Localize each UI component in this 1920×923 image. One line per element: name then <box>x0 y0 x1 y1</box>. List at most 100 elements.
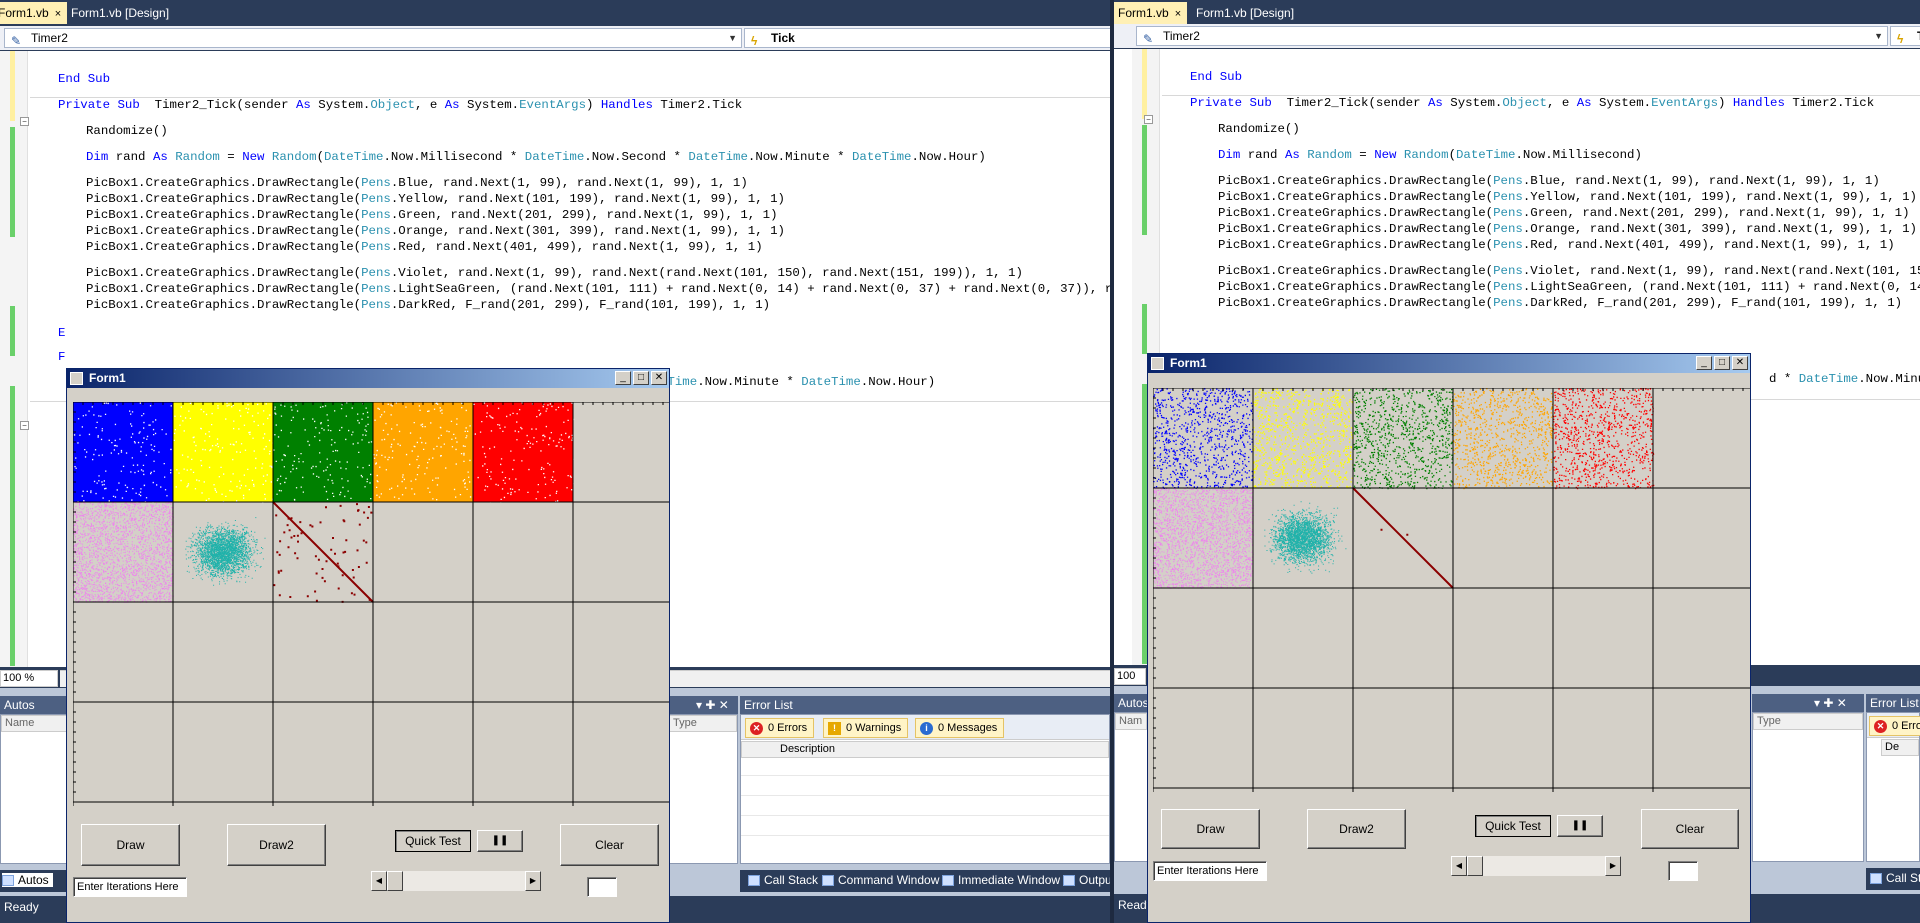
code-line[interactable]: PicBox1.CreateGraphics.DrawRectangle(Pen… <box>86 281 1110 297</box>
close-button[interactable]: ✕ <box>1732 356 1748 370</box>
code-line[interactable]: Private Sub Timer2_Tick(sender As System… <box>58 97 742 113</box>
speed-scrollbar[interactable]: ◀ ▶ <box>1451 856 1621 876</box>
tab-call-stack[interactable]: Call Stack <box>748 873 818 887</box>
scroll-thumb[interactable] <box>387 871 403 891</box>
code-token: Timer2_Tick(sender <box>1271 96 1428 110</box>
description-column[interactable]: Description <box>741 741 1109 758</box>
scroll-left-icon[interactable]: ◀ <box>371 871 387 891</box>
code-line[interactable]: PicBox1.CreateGraphics.DrawRectangle(Pen… <box>86 223 785 239</box>
code-line[interactable]: PicBox1.CreateGraphics.DrawRectangle(Pen… <box>1218 295 1902 311</box>
clear-button[interactable]: Clear <box>1641 809 1739 849</box>
code-line[interactable]: PicBox1.CreateGraphics.DrawRectangle(Pen… <box>86 191 785 207</box>
form1-window-left[interactable]: Form1 _ □ ✕ Draw Draw2 Quick Test ❚❚ Cle… <box>66 368 670 923</box>
draw-button[interactable]: Draw <box>1161 809 1260 849</box>
minimize-button[interactable]: _ <box>615 371 631 385</box>
code-line[interactable]: PicBox1.CreateGraphics.DrawRectangle(Pen… <box>86 239 763 255</box>
form-title-bar[interactable]: Form1 _ □ ✕ <box>67 369 669 388</box>
code-line[interactable]: PicBox1.CreateGraphics.DrawRectangle(Pen… <box>1218 237 1895 253</box>
code-line[interactable]: PicBox1.CreateGraphics.DrawRectangle(Pen… <box>1218 279 1920 295</box>
code-line[interactable]: End Sub <box>58 71 110 87</box>
autos-type-column[interactable]: Type <box>669 715 737 732</box>
code-line[interactable]: PicBox1.CreateGraphics.DrawRectangle(Pen… <box>1218 173 1880 189</box>
draw2-button[interactable]: Draw2 <box>1307 809 1406 849</box>
event-combo[interactable]: ϟTick <box>1890 26 1920 46</box>
picbox1[interactable] <box>1153 388 1750 792</box>
pin-icon[interactable]: ▾ ✚ ✕ <box>696 696 729 714</box>
draw2-button[interactable]: Draw2 <box>227 824 326 866</box>
scroll-right-icon[interactable]: ▶ <box>525 871 541 891</box>
event-combo[interactable]: ϟTick <box>744 28 1110 48</box>
scroll-left-icon[interactable]: ◀ <box>1451 856 1467 876</box>
collapse-icon[interactable]: − <box>1144 115 1153 124</box>
autos-name-column[interactable]: Nam <box>1115 713 1147 730</box>
code-line[interactable]: PicBox1.CreateGraphics.DrawRectangle(Pen… <box>1218 205 1910 221</box>
code-token: Pens <box>1493 190 1523 204</box>
code-line[interactable]: E <box>58 325 65 341</box>
code-line[interactable]: d * DateTime.Now.Minute * <box>1769 371 1920 387</box>
code-line[interactable]: PicBox1.CreateGraphics.DrawRectangle(Pen… <box>1218 221 1917 237</box>
iterations-input[interactable]: Enter Iterations Here <box>1153 861 1267 881</box>
code-line[interactable]: F <box>58 349 65 365</box>
code-line[interactable]: Randomize() <box>1218 121 1300 137</box>
tab-call-stack[interactable]: Call St <box>1870 871 1920 885</box>
tab-immediate-window[interactable]: Immediate Window <box>942 873 1060 887</box>
tab-form1-vb[interactable]: Form1.vb × <box>0 2 68 24</box>
draw-button[interactable]: Draw <box>81 824 180 866</box>
speed-scrollbar[interactable]: ◀ ▶ <box>371 871 541 891</box>
close-tab-icon[interactable]: × <box>1175 8 1181 20</box>
code-line[interactable]: Dim rand As Random = New Random(DateTime… <box>1218 147 1642 163</box>
code-line[interactable]: eTime.Now.Minute * DateTime.Now.Hour) <box>660 374 935 390</box>
collapse-icon[interactable]: − <box>20 421 29 430</box>
quick-test-button[interactable]: Quick Test <box>1475 815 1551 837</box>
code-line[interactable]: Randomize() <box>86 123 168 139</box>
object-combo[interactable]: ✎ Timer2 ▼ <box>4 28 742 48</box>
clear-button[interactable]: Clear <box>560 824 659 866</box>
collapse-icon[interactable]: − <box>20 117 29 126</box>
code-line[interactable]: PicBox1.CreateGraphics.DrawRectangle(Pen… <box>1218 189 1917 205</box>
code-token: Random <box>1396 148 1449 162</box>
pause-button[interactable]: ❚❚ <box>1557 815 1603 837</box>
output-box[interactable] <box>587 877 617 897</box>
code-line[interactable]: PicBox1.CreateGraphics.DrawRectangle(Pen… <box>86 265 1023 281</box>
autos-type-column[interactable]: Type <box>1753 713 1863 730</box>
code-token: .Blue, rand.Next(1, 99), rand.Next(1, 99… <box>390 176 748 190</box>
errors-filter-button[interactable]: ✕0 Errors <box>745 718 815 738</box>
tab-autos[interactable]: Autos <box>2 873 53 887</box>
code-line[interactable]: PicBox1.CreateGraphics.DrawRectangle(Pen… <box>86 207 778 223</box>
tab-output[interactable]: Output <box>1063 873 1110 887</box>
errors-filter-button[interactable]: ✕0 Errors <box>1869 716 1920 736</box>
code-line[interactable]: PicBox1.CreateGraphics.DrawRectangle(Pen… <box>86 175 748 191</box>
form-title-bar[interactable]: Form1 _ □ ✕ <box>1148 354 1750 373</box>
form1-window-right[interactable]: Form1 _ □ ✕ Draw Draw2 Quick Test ❚❚ Cle… <box>1147 353 1751 923</box>
quick-test-button[interactable]: Quick Test <box>395 830 471 852</box>
zoom-level[interactable]: 100 % <box>1114 668 1146 697</box>
scroll-right-icon[interactable]: ▶ <box>1605 856 1621 876</box>
code-line[interactable]: PicBox1.CreateGraphics.DrawRectangle(Pen… <box>86 297 770 313</box>
minimize-button[interactable]: _ <box>1696 356 1712 370</box>
autos-name-column[interactable]: Name <box>1 715 69 732</box>
scroll-thumb[interactable] <box>1467 856 1483 876</box>
messages-filter-button[interactable]: i0 Messages <box>915 718 1005 738</box>
tab-form1-design[interactable]: Form1.vb [Design] <box>1190 2 1300 24</box>
code-line[interactable]: End Sub <box>1190 69 1242 85</box>
code-line[interactable]: Dim rand As Random = New Random(DateTime… <box>86 149 986 165</box>
code-line[interactable]: Private Sub Timer2_Tick(sender As System… <box>1190 95 1874 111</box>
warnings-filter-button[interactable]: ! 0 Warnings <box>823 718 909 738</box>
output-box[interactable] <box>1668 861 1698 881</box>
zoom-level[interactable]: 100 % <box>0 670 58 687</box>
autos-panel-right: Type <box>668 714 738 864</box>
iterations-input[interactable]: Enter Iterations Here <box>73 877 187 897</box>
pin-icon[interactable]: ▾ ✚ ✕ <box>1814 694 1847 712</box>
maximize-button[interactable]: □ <box>1714 356 1730 370</box>
description-column[interactable]: De <box>1881 739 1919 756</box>
picbox1[interactable] <box>73 402 669 806</box>
object-combo[interactable]: ✎ Timer2 ▼ <box>1136 26 1888 46</box>
close-button[interactable]: ✕ <box>651 371 667 385</box>
close-tab-icon[interactable]: × <box>55 8 61 20</box>
tab-form1-design[interactable]: Form1.vb [Design] <box>65 2 175 24</box>
tab-command-window[interactable]: Command Window <box>822 873 939 887</box>
tab-form1-vb[interactable]: Form1.vb × <box>1114 2 1188 24</box>
maximize-button[interactable]: □ <box>633 371 649 385</box>
pause-button[interactable]: ❚❚ <box>477 830 523 852</box>
code-line[interactable]: PicBox1.CreateGraphics.DrawRectangle(Pen… <box>1218 263 1920 279</box>
